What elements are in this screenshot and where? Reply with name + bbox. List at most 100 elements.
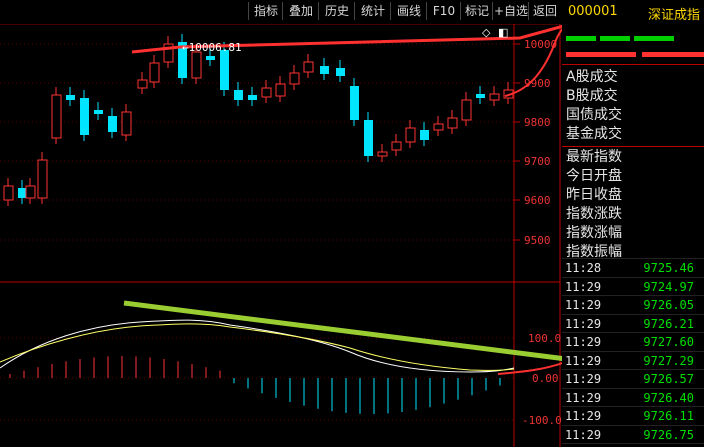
tick-time: 11:29 [565,316,602,331]
stock-code: 000001 [568,4,618,19]
tick-value: 9726.05 [643,298,694,312]
toolbar-button-0[interactable]: 指标 [248,2,283,20]
candle-body [248,95,257,100]
candle-body [377,151,388,157]
candle-body [25,185,36,199]
menu-item-section2-1[interactable]: 今日开盘 [566,167,622,185]
tick-value: 9727.60 [643,335,694,349]
toolbar-button-3[interactable]: 统计 [354,2,391,20]
menu-item-section2-4[interactable]: 指数涨幅 [566,224,622,242]
candle-body [3,185,14,201]
candle-body [461,99,472,121]
candle-body [80,98,89,135]
toolbar-button-8[interactable]: 返回 [528,2,561,20]
macd-axis-label: 100.0 [528,332,561,345]
candle-body [476,94,485,98]
toolbar-button-7[interactable]: +自选 [492,2,529,20]
candle-body [489,93,500,101]
tick-row: 11:29 9724.97 [562,276,704,296]
candle-body [275,83,286,97]
candle-body [94,110,103,114]
tick-time: 11:29 [565,353,602,368]
menu-item-section2-3[interactable]: 指数涨跌 [566,205,622,223]
volume-bar-d [566,52,636,57]
tick-row: 11:29 9727.29 [562,350,704,370]
tick-value: 9725.46 [643,261,694,275]
candle-body [108,116,117,132]
menu-item-section1-1[interactable]: B股成交 [566,87,618,105]
side-panel: 000001 深证成指 A股成交 B股成交 国债成交 基金成交 最新指数 今日开盘 昨日收… [562,0,704,447]
candle-body [303,61,314,73]
candle-body [37,159,48,199]
candle-body [66,95,75,100]
candle-body [289,72,300,85]
macd-axis-label: -100.0 [522,414,562,427]
volume-bar-b [600,36,630,41]
candle-body [51,94,62,139]
volume-bar-c [634,36,674,41]
tick-value: 9726.11 [643,409,694,423]
candle-body [447,117,458,129]
candle-body [433,123,444,131]
tick-value: 9726.75 [643,427,694,442]
candle-body [420,130,429,140]
candle-body [220,50,229,90]
tick-row: 11:29 9726.57 [562,369,704,388]
toolbar-button-6[interactable]: 标记 [460,2,493,20]
stock-name: 深证成指 [648,8,701,23]
tick-row: 11:29 9726.75 [562,424,704,444]
tick-time: 11:29 [565,298,602,312]
price-axis-label: 9600 [524,194,551,207]
tick-time: 11:29 [565,279,602,294]
toolbar-button-5[interactable]: F10 [426,2,461,20]
stock-header: 000001 深证成指 [562,0,704,26]
tick-time: 11:29 [565,335,602,349]
menu-item-section2-0[interactable]: 最新指数 [566,148,622,166]
toolbar: 指标 叠加 历史 统计 画线 F10 标记 +自选 返回 [0,0,560,24]
tick-value: 9727.29 [643,353,694,368]
candle-body [206,56,215,60]
menu-item-section2-2[interactable]: 昨日收盘 [566,186,622,204]
tick-value: 9726.21 [643,316,694,331]
candle-body [391,141,402,151]
tick-row: 11:299726.29 [562,443,704,447]
tick-row: 11:29 9726.40 [562,387,704,407]
tick-row: 11:29 9726.21 [562,313,704,333]
candle-body [336,68,345,76]
macd-axis-label: 0.00 [532,372,559,385]
annotation-green-trend-line [123,300,591,365]
high-price-marker: ←10006.81 [182,41,242,54]
candle-body [405,127,416,143]
candle-body [121,111,132,136]
tick-value: 9724.97 [643,279,694,294]
tick-time: 11:29 [565,390,602,405]
tick-row: 11:28 9725.46 [562,258,704,277]
tick-time: 11:29 [565,372,602,386]
toolbar-button-1[interactable]: 叠加 [282,2,319,20]
candle-body [149,62,160,83]
candle-body [234,90,243,100]
tick-row: 11:29 9727.60 [562,332,704,351]
expand-icon[interactable]: ◧ [498,26,508,39]
toolbar-button-2[interactable]: 历史 [318,2,355,20]
menu-item-section1-0[interactable]: A股成交 [566,68,618,86]
tick-row: 11:29 9726.11 [562,406,704,425]
candle-body [137,79,148,89]
candle-body [191,51,202,79]
menu-item-section1-3[interactable]: 基金成交 [566,125,622,143]
candle-body [320,66,329,74]
tick-list[interactable]: 11:28 9725.46 11:29 9724.97 11:29 9726.05 11:2… [562,256,704,447]
price-axis-label: 9700 [524,155,551,168]
toolbar-button-4[interactable]: 画线 [390,2,427,20]
tick-time: 11:29 [565,427,602,442]
menu-item-section1-2[interactable]: 国债成交 [566,106,622,124]
tick-time: 11:28 [565,261,602,275]
tick-time: 11:29 [565,409,602,423]
volume-bar-e [642,52,704,57]
tick-value: 9726.40 [643,390,694,405]
macd-dea-line [0,323,515,371]
tick-row: 11:29 9726.05 [562,295,704,314]
price-axis-label: 9500 [524,234,551,247]
diamond-icon[interactable]: ◇ [482,26,491,39]
volume-bar-a [566,36,596,41]
